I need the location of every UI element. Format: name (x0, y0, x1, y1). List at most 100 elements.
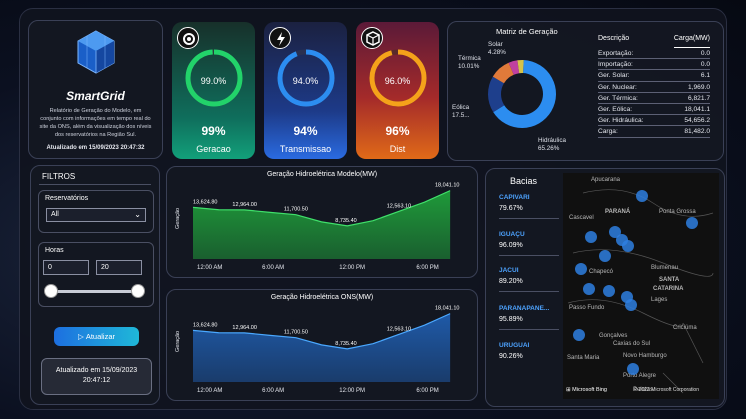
bacia-item-paranapanema[interactable]: PARANAPANE... 95.89% (499, 305, 559, 330)
filters-divider (39, 184, 151, 185)
brand-panel: SmartGrid Relatório de Geração do Modelo… (28, 20, 163, 159)
horas-slider-max-handle[interactable] (131, 284, 145, 298)
chart-modelo-panel: Geração Hidroelétrica Modelo(MW) 13,624.… (166, 166, 478, 278)
chart-ons-panel: Geração Hidroelétrica ONS(MW) 13,624.80 1… (166, 289, 478, 401)
reservatorios-select[interactable]: All ⌄ (46, 208, 146, 222)
pie-label-hidraulica: Hidráulica 65.26% (538, 137, 566, 152)
map-label: Novo Hamburgo (623, 353, 667, 359)
bacia-value: 79.67% (499, 205, 523, 212)
reservoir-marker[interactable] (575, 263, 587, 275)
reservoir-marker[interactable] (603, 285, 615, 297)
filters-title: FILTROS (42, 172, 76, 181)
reservoir-marker[interactable] (686, 217, 698, 229)
reservatorios-filter: Reservatórios All ⌄ (38, 190, 154, 233)
table-cell-descricao: Ger. Nuclear: (598, 83, 637, 91)
reservoir-marker[interactable] (622, 240, 634, 252)
reservoir-marker[interactable] (583, 283, 595, 295)
bacia-item-iguacu[interactable]: IGUAÇU 96.09% (499, 231, 559, 256)
reservoir-marker[interactable] (573, 329, 585, 341)
map-label: Passo Fundo (569, 305, 605, 311)
table-row: Exportação: 0.0 (598, 48, 710, 60)
table-header-descricao[interactable]: Descrição (598, 35, 629, 48)
bacias-panel: Bacias CAPIVARI 79.67% IGUAÇU 96.09% JAC… (485, 168, 725, 407)
kpi-card-geracao: 99.0% 99% Geracao (172, 22, 255, 159)
map-label: CATARINA (653, 286, 684, 292)
transmissao-ring-label: 94.0% (292, 76, 319, 86)
reservatorios-label: Reservatórios (45, 195, 89, 202)
pie-label-eolica: Eólica 17.5... (452, 104, 470, 119)
data-label: 13,624.80 (193, 199, 217, 205)
hora-min-input[interactable]: 0 (43, 260, 89, 275)
bacia-name: URUGUAI (499, 342, 530, 349)
bacia-item-jacui[interactable]: JACUI 89.20% (499, 267, 559, 292)
hora-max-input[interactable]: 20 (96, 260, 142, 275)
data-label: 11,700.50 (284, 207, 308, 213)
data-label: 12,964.00 (232, 202, 256, 208)
map-label: PARANÁ (605, 209, 631, 215)
table-row: Ger. Hidráulica: 54,656.2 (598, 115, 710, 127)
x-tick-label: 12:00 AM (197, 388, 222, 394)
table-row: Ger. Térmica: 6,821.7 (598, 93, 710, 104)
x-tick-label: 12:00 AM (197, 265, 222, 271)
table-row: Importação: 0.0 (598, 59, 710, 71)
table-header-carga[interactable]: Carga(MW) (673, 35, 710, 48)
x-tick-label: 6:00 AM (262, 388, 284, 394)
gear-sync-icon (177, 27, 199, 49)
reservatorios-value: All (51, 211, 59, 218)
bacia-item-uruguai[interactable]: URUGUAI 90.26% (499, 342, 559, 360)
data-label: 12,563.10 (387, 326, 411, 332)
table-cell-descricao: Ger. Solar: (598, 72, 630, 80)
dist-ring-label: 96.0% (384, 76, 411, 86)
horas-filter: Horas 0 20 (38, 242, 154, 307)
table-cell-carga: 0.0 (700, 50, 710, 57)
data-label: 8,735.40 (335, 218, 356, 224)
map-label: Cascavel (569, 215, 594, 221)
table-row: Ger. Nuclear: 1,969.0 (598, 82, 710, 93)
y-axis-label: Geração (175, 331, 181, 352)
x-tick-label: 6:00 PM (416, 388, 438, 394)
table-cell-carga: 6,821.7 (688, 94, 710, 102)
transmissao-label: Transmissao (279, 144, 332, 154)
table-row: Carga: 81,482.0 (598, 126, 710, 138)
brand-updated: Atualizado em 15/09/2023 20:47:32 (46, 145, 145, 151)
map-label: Lages (651, 297, 668, 303)
bing-attribution: ⊞ Microsoft Bing (566, 387, 607, 393)
atualizar-button[interactable]: ▷ Atualizar (54, 327, 139, 346)
horas-slider-track[interactable] (51, 290, 138, 293)
geracao-label: Geracao (196, 144, 231, 154)
matriz-panel: Matriz de Geração Solar 4.28% Térmica 10… (447, 21, 724, 161)
table-header: Descrição Carga(MW) (598, 35, 710, 48)
table-cell-carga: 54,656.2 (684, 117, 710, 125)
map-label: Gonçalves (599, 333, 628, 339)
chart-modelo: 13,624.80 12,964.00 11,700.50 8,735.40 12,56… (175, 183, 459, 271)
data-label: 18,041.10 (435, 183, 459, 189)
transmissao-value: 94% (293, 124, 318, 138)
bacia-value: 90.26% (499, 353, 523, 360)
x-tick-label: 6:00 AM (262, 265, 284, 271)
data-label: 12,964.00 (232, 325, 256, 331)
map-label: Criciúma (673, 325, 697, 331)
bacia-name: JACUI (499, 267, 519, 274)
table-cell-descricao: Ger. Térmica: (598, 94, 638, 102)
reservoir-marker[interactable] (585, 231, 597, 243)
bacia-name: PARANAPANE... (499, 305, 550, 312)
map-label: Apucarana (591, 177, 621, 183)
table-row: Ger. Solar: 6.1 (598, 70, 710, 82)
filters-updated-box: Atualizado em 15/09/2023 20:47:12 (41, 358, 152, 395)
map-label: Santa Maria (567, 355, 600, 361)
reservoir-marker[interactable] (627, 363, 639, 375)
y-axis-label: Geração (175, 208, 181, 229)
map-label: Chapecó (589, 269, 614, 275)
reservoir-marker[interactable] (625, 299, 637, 311)
reservoir-map[interactable]: Apucarana Cascavel PARANÁ Ponta Grossa C… (563, 173, 719, 399)
box-icon (361, 27, 383, 49)
table-cell-descricao: Ger. Hidráulica: (598, 117, 644, 125)
table-cell-carga: 1,969.0 (688, 83, 710, 91)
matriz-title: Matriz de Geração (496, 27, 558, 36)
reservoir-marker[interactable] (636, 190, 648, 202)
reservoir-marker[interactable] (599, 250, 611, 262)
horas-slider-min-handle[interactable] (44, 284, 58, 298)
table-cell-carga: 0.0 (700, 61, 710, 69)
bacia-item-capivari[interactable]: CAPIVARI 79.67% (499, 194, 559, 219)
power-sync-icon (269, 27, 291, 49)
